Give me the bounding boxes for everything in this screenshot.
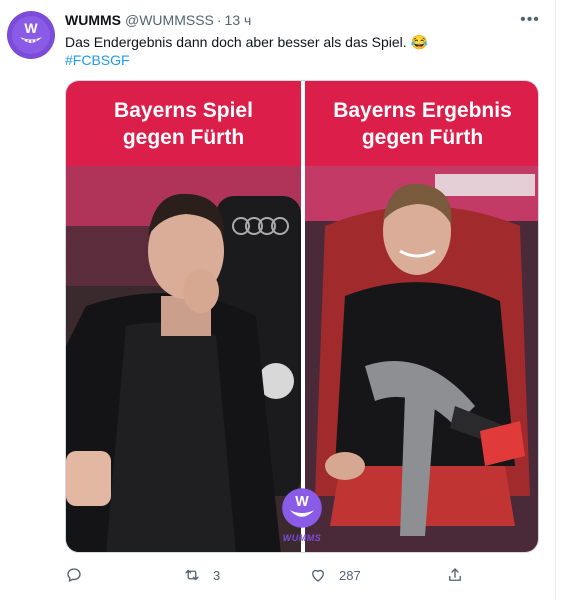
left-photo bbox=[66, 166, 301, 552]
right-meme-panel: Bayerns Ergebnis gegen Fürth bbox=[305, 81, 538, 552]
tweet-actions: 3 287 bbox=[65, 566, 485, 588]
retweet-icon bbox=[185, 569, 199, 581]
left-caption: Bayerns Spiel gegen Fürth bbox=[66, 81, 301, 166]
tweet-header: WUMMS @WUMMSSS · 13 ч bbox=[65, 12, 251, 28]
more-options-icon[interactable]: ••• bbox=[518, 8, 542, 32]
left-caption-line1: Bayerns Spiel bbox=[114, 98, 253, 122]
tweet-media[interactable]: Bayerns Spiel gegen Fürth Bayerns Ergebn… bbox=[65, 80, 539, 553]
like-button[interactable]: 287 bbox=[309, 566, 361, 584]
reply-icon bbox=[67, 568, 81, 582]
share-icon bbox=[449, 568, 461, 581]
share-button[interactable] bbox=[446, 566, 464, 584]
svg-text:W: W bbox=[295, 494, 309, 510]
author-name[interactable]: WUMMS bbox=[65, 12, 121, 28]
retweet-count: 3 bbox=[213, 567, 221, 583]
separator-dot: · bbox=[216, 12, 222, 28]
tweet-text: Das Endergebnis dann doch aber besser al… bbox=[65, 34, 428, 50]
author-handle[interactable]: @WUMMSSS bbox=[125, 12, 214, 28]
right-photo bbox=[305, 166, 538, 552]
like-icon bbox=[312, 569, 324, 582]
coach-worried-image bbox=[66, 166, 301, 552]
wumms-watermark-icon: W bbox=[282, 488, 322, 528]
coach-relaxed-image bbox=[305, 166, 538, 552]
retweet-button[interactable]: 3 bbox=[183, 566, 220, 584]
watermark-label: WUMMS bbox=[282, 533, 322, 543]
right-caption: Bayerns Ergebnis gegen Fürth bbox=[305, 81, 538, 166]
left-meme-panel: Bayerns Spiel gegen Fürth bbox=[66, 81, 301, 552]
reply-button[interactable] bbox=[65, 566, 95, 584]
left-caption-line2: gegen Fürth bbox=[122, 125, 245, 149]
avatar[interactable]: W bbox=[7, 11, 55, 59]
wumms-logo-icon: W bbox=[12, 16, 50, 54]
svg-text:W: W bbox=[24, 20, 38, 36]
like-count: 287 bbox=[339, 567, 361, 583]
wumms-watermark: W WUMMS bbox=[272, 486, 332, 543]
tweet-card[interactable]: W WUMMS @WUMMSSS · 13 ч ••• Das Endergeb… bbox=[0, 0, 556, 600]
right-caption-line2: gegen Fürth bbox=[361, 125, 484, 149]
hashtag-link[interactable]: #FCBSGF bbox=[65, 51, 130, 69]
right-caption-line1: Bayerns Ergebnis bbox=[333, 98, 512, 122]
tweet-time[interactable]: 13 ч bbox=[225, 12, 252, 28]
